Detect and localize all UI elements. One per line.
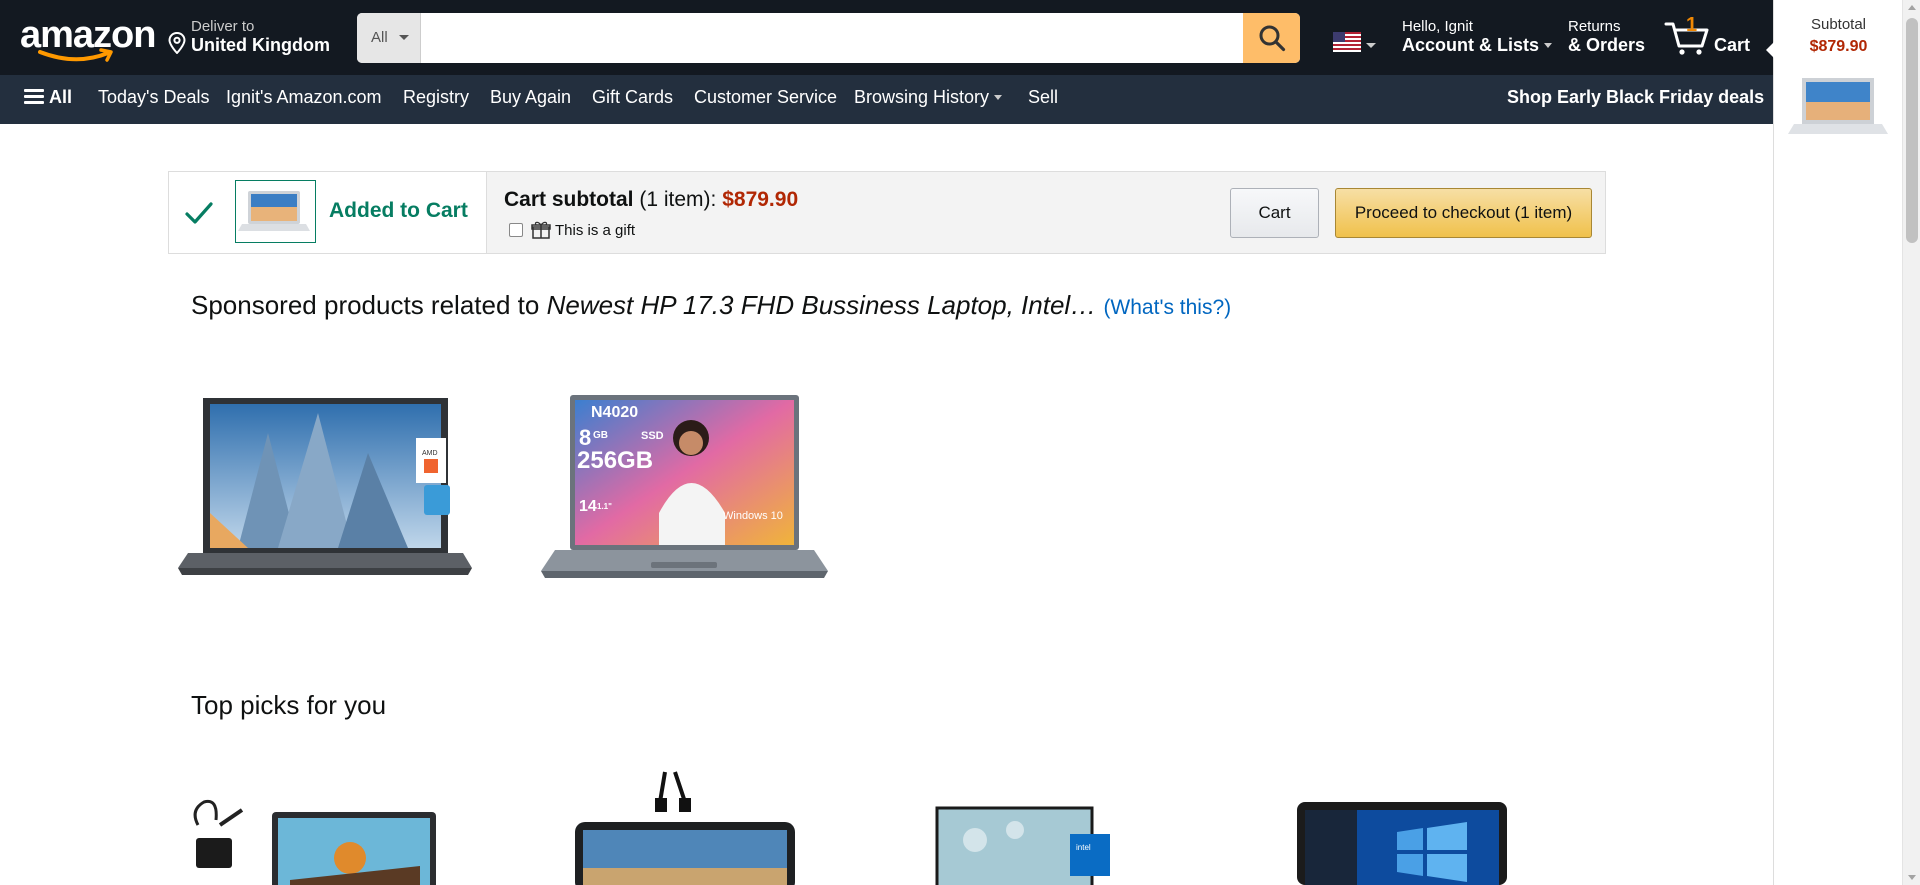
laptop-image xyxy=(238,191,310,231)
language-caret-icon[interactable] xyxy=(1366,43,1376,48)
whats-this-link[interactable]: (What's this?) xyxy=(1103,296,1231,319)
search-icon xyxy=(1259,25,1285,52)
sponsored-product-2[interactable]: N4020 8 GB SSD 256GB 14 1.1" Windows 10 xyxy=(541,393,828,583)
laptop-windows-image xyxy=(1297,802,1507,885)
laptop-with-cable-image xyxy=(575,771,795,885)
search-bar: All xyxy=(357,13,1300,63)
header-cart[interactable]: 1 Cart xyxy=(1664,14,1754,59)
caret-down-icon xyxy=(1544,43,1553,48)
smile-arrow-icon xyxy=(38,48,113,62)
search-department-dropdown[interactable]: All xyxy=(357,13,421,63)
caret-down-icon xyxy=(994,95,1003,100)
laptop-bundle-image xyxy=(193,799,436,885)
nav-item-buy-again[interactable]: Buy Again xyxy=(490,87,571,108)
nav-item-gift-cards[interactable]: Gift Cards xyxy=(592,87,673,108)
product-2-os: Windows 10 xyxy=(723,510,783,522)
sidebar-item-thumbnail[interactable] xyxy=(1788,74,1888,140)
returns-label: Returns xyxy=(1568,18,1621,35)
top-navigation-bar: amazon Deliver to United Kingdom All Hel… xyxy=(0,0,1773,75)
scroll-up-icon[interactable] xyxy=(1908,5,1916,10)
product-2-ram-unit: GB xyxy=(593,430,608,441)
orders-label: & Orders xyxy=(1568,35,1646,55)
nav-item-registry[interactable]: Registry xyxy=(403,87,469,108)
cart-subtotal-price: $879.90 xyxy=(722,188,799,211)
sponsored-product-1[interactable]: AMD xyxy=(178,393,472,583)
top-pick-product-3[interactable]: intel xyxy=(935,800,1115,885)
sidebar-pointer xyxy=(1766,42,1774,58)
search-input[interactable] xyxy=(421,13,1241,63)
nav-promo-black-friday[interactable]: Shop Early Black Friday deals xyxy=(1507,87,1764,108)
cart-subtotal: Cart subtotal (1 item): $879.90 xyxy=(504,188,799,211)
laptop-product-image: N4020 8 GB SSD 256GB 14 1.1" Windows 10 xyxy=(541,395,828,578)
scroll-down-icon[interactable] xyxy=(1908,875,1916,880)
location-pin-icon xyxy=(168,32,186,54)
top-pick-product-4[interactable] xyxy=(1297,800,1507,885)
caret-down-icon xyxy=(399,35,409,40)
account-greeting: Hello, Ignit xyxy=(1402,18,1473,35)
cart-count: 1 xyxy=(1686,14,1698,36)
account-label: Account & Lists xyxy=(1402,35,1540,55)
sidebar-subtotal-amount: $879.90 xyxy=(1809,38,1868,55)
svg-text:intel: intel xyxy=(1076,843,1091,852)
hamburger-menu-icon xyxy=(24,89,44,105)
proceed-to-checkout-button[interactable]: Proceed to checkout (1 item) xyxy=(1335,188,1592,238)
nav-item-browsing-history[interactable]: Browsing History xyxy=(854,87,1003,108)
gift-icon xyxy=(531,221,551,239)
product-2-size: 14 xyxy=(579,498,597,515)
deliver-to-label: Deliver to xyxy=(191,18,255,35)
gift-checkbox[interactable] xyxy=(509,223,523,237)
added-to-cart-confirmation: Added to Cart xyxy=(169,172,487,253)
sidebar-subtotal-label: Subtotal xyxy=(1810,16,1867,33)
cart-sidebar: Subtotal $879.90 xyxy=(1766,0,1902,885)
sponsored-query: Newest HP 17.3 FHD Bussiness Laptop, Int… xyxy=(546,290,1097,320)
page-scrollbar[interactable] xyxy=(1902,0,1920,885)
account-and-lists[interactable]: Hello, Ignit Account & Lists xyxy=(1402,18,1553,56)
returns-and-orders[interactable]: Returns & Orders xyxy=(1568,18,1645,56)
deliver-to-location: United Kingdom xyxy=(191,35,330,55)
main-column: amazon Deliver to United Kingdom All Hel… xyxy=(0,0,1773,885)
laptop-product-image: AMD xyxy=(178,398,472,575)
cart-button[interactable]: Cart xyxy=(1230,188,1319,238)
product-2-storage: 256GB xyxy=(577,447,653,474)
search-department-label: All xyxy=(371,29,388,46)
nav-item-sell[interactable]: Sell xyxy=(1028,87,1058,108)
nav-all-menu[interactable]: All xyxy=(24,87,72,108)
product-2-size-unit: 1.1" xyxy=(597,502,612,511)
added-to-cart-status: Added to Cart xyxy=(329,199,468,222)
top-picks-heading: Top picks for you xyxy=(191,690,387,720)
top-pick-product-1[interactable] xyxy=(190,770,440,885)
search-button[interactable] xyxy=(1243,13,1300,63)
cart-label: Cart xyxy=(1714,35,1751,55)
added-item-thumbnail[interactable] xyxy=(235,180,316,243)
svg-text:AMD: AMD xyxy=(422,450,438,457)
checkmark-icon xyxy=(185,202,213,224)
product-2-cpu: N4020 xyxy=(591,404,638,421)
added-to-cart-panel: Added to Cart Cart subtotal (1 item): $8… xyxy=(168,171,1606,254)
nav-item-todays-deals[interactable]: Today's Deals xyxy=(98,87,210,108)
main-navigation-bar: All Today's Deals Ignit's Amazon.com Reg… xyxy=(0,75,1773,124)
gift-label: This is a gift xyxy=(555,221,636,239)
laptop-intel-image: intel xyxy=(935,806,1110,885)
us-flag-icon[interactable] xyxy=(1333,32,1361,52)
laptop-image xyxy=(1788,78,1888,134)
scrollbar-thumb[interactable] xyxy=(1906,18,1918,243)
gift-option[interactable]: This is a gift xyxy=(509,221,635,239)
top-pick-product-2[interactable] xyxy=(565,770,805,885)
nav-item-ignits-amazon[interactable]: Ignit's Amazon.com xyxy=(226,87,382,108)
sponsored-heading: Sponsored products related to Newest HP … xyxy=(191,290,1232,320)
product-2-ssd: SSD xyxy=(641,430,664,442)
amazon-logo[interactable]: amazon xyxy=(20,16,156,62)
nav-item-customer-service[interactable]: Customer Service xyxy=(694,87,837,108)
